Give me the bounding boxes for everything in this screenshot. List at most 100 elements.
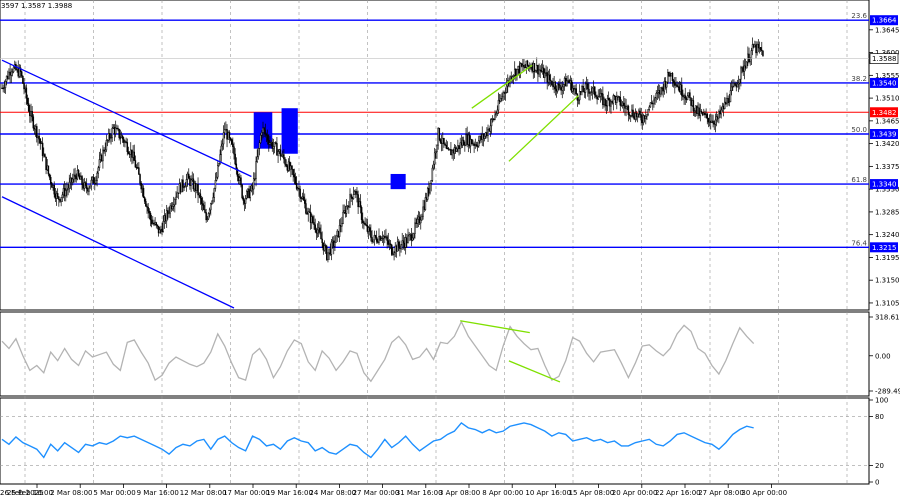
candle-body: [39, 138, 42, 144]
candle-body: [310, 216, 313, 223]
candle-body: [697, 107, 699, 114]
candle-body: [38, 135, 40, 140]
candle-body: [458, 145, 460, 150]
candle-body: [498, 99, 501, 102]
candle-body: [295, 182, 298, 189]
candle-body: [333, 240, 335, 247]
candle-body: [629, 115, 632, 117]
candle-body: [561, 86, 564, 91]
candle-body: [132, 151, 134, 158]
highlight-box: [281, 108, 298, 154]
candle-body: [259, 135, 262, 143]
candle-body: [584, 83, 587, 93]
candle-body: [421, 215, 423, 221]
candle-body: [420, 219, 422, 224]
candle-body: [733, 83, 735, 87]
price-tick-label: 1.3195: [875, 254, 900, 262]
candle-body: [159, 229, 161, 234]
candle-body: [181, 179, 183, 193]
chart-canvas: 1.36451.36001.35551.35101.34651.34201.33…: [0, 0, 900, 500]
candle-body: [411, 237, 414, 241]
candle-body: [425, 197, 428, 200]
candle-body: [97, 167, 100, 174]
level-percent: 76.4: [851, 239, 867, 247]
candle-body: [179, 183, 182, 193]
candle-body: [597, 96, 599, 100]
candle-body: [185, 179, 188, 187]
chart-background: [0, 0, 900, 500]
candle-body: [12, 66, 15, 73]
candle-body: [466, 134, 468, 145]
candle-body: [317, 227, 320, 231]
candle-body: [213, 188, 216, 198]
candle-body: [220, 145, 222, 155]
candle-body: [56, 193, 59, 198]
candle-body: [197, 183, 199, 196]
candle-body: [198, 193, 200, 196]
candle-body: [271, 142, 274, 149]
candle-body: [396, 241, 399, 252]
candle-body: [706, 113, 709, 119]
candle-body: [758, 47, 761, 49]
candle-body: [692, 100, 695, 112]
candle-body: [152, 222, 154, 225]
candle-body: [627, 106, 630, 115]
candle-body: [190, 179, 192, 186]
candle-body: [294, 176, 297, 184]
candle-body: [632, 109, 634, 117]
candle-body: [29, 110, 31, 117]
candle-body: [587, 83, 589, 90]
candle-body: [604, 98, 606, 106]
candle-body: [475, 144, 478, 146]
candle-body: [455, 148, 458, 152]
candle-body: [512, 74, 515, 77]
candle-body: [596, 96, 598, 100]
candle-body: [11, 71, 14, 73]
candle-body: [399, 246, 401, 250]
candle-body: [136, 167, 139, 169]
candle-body: [146, 205, 148, 208]
candle-body: [374, 235, 377, 238]
candle-body: [741, 66, 743, 69]
rsi-tick-label: 0: [875, 479, 879, 487]
candle-body: [154, 222, 156, 225]
candle-body: [495, 113, 497, 116]
candle-body: [563, 78, 566, 85]
candle-body: [225, 129, 227, 131]
candle-body: [240, 177, 242, 186]
candle-body: [320, 232, 322, 240]
candle-body: [410, 234, 413, 241]
candle-body: [500, 98, 502, 102]
candle-body: [379, 236, 381, 241]
candle-body: [624, 105, 626, 109]
candle-body: [334, 242, 336, 247]
candle-body: [306, 213, 308, 215]
price-tick-label: 1.3375: [875, 163, 900, 171]
candle-body: [536, 65, 538, 71]
candle-body: [400, 244, 402, 250]
osc-tick-label: 0.00: [875, 352, 891, 360]
candle-body: [745, 61, 748, 69]
candle-body: [249, 190, 251, 198]
candle-body: [234, 153, 236, 165]
candle-body: [61, 194, 64, 198]
candle-body: [549, 79, 552, 82]
candle-body: [186, 173, 189, 180]
candle-body: [366, 225, 369, 232]
candle-body: [313, 222, 315, 225]
candle-body: [447, 148, 450, 150]
candle-body: [401, 240, 403, 246]
candle-body: [747, 53, 749, 63]
candle-body: [299, 188, 301, 199]
candle-body: [227, 132, 229, 140]
candle-body: [660, 87, 662, 95]
candle-body: [578, 91, 581, 101]
candle-body: [270, 142, 272, 144]
candle-body: [60, 197, 62, 202]
candle-body: [263, 127, 265, 131]
candle-body: [309, 211, 312, 223]
candle-body: [375, 237, 378, 242]
candle-body: [418, 216, 421, 224]
candle-body: [403, 242, 406, 248]
candle-body: [315, 229, 318, 234]
